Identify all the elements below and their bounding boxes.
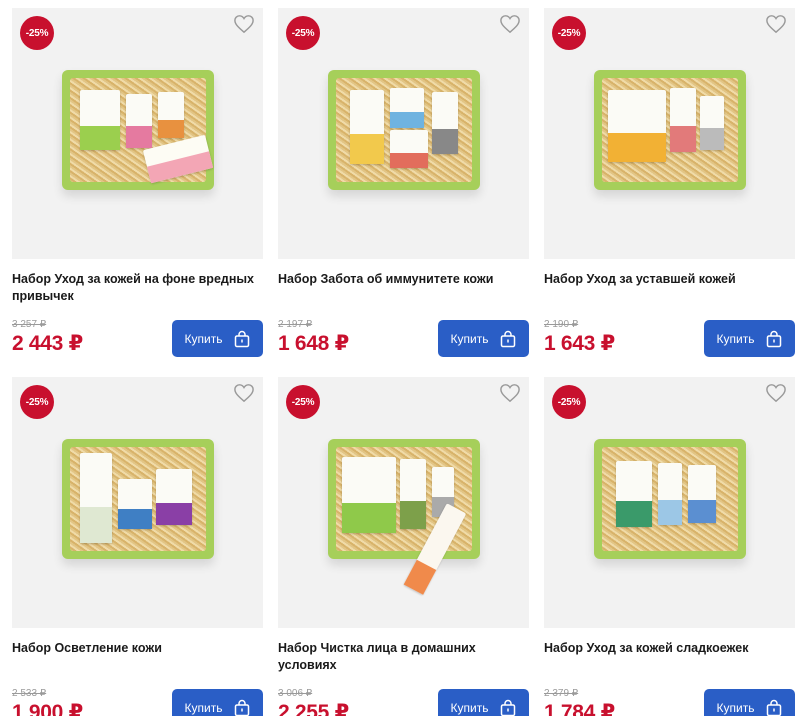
shopping-bag-icon: [501, 330, 516, 347]
shopping-bag-icon: [501, 699, 516, 716]
product-image[interactable]: -25%: [544, 8, 795, 259]
heart-outline-icon[interactable]: [765, 14, 787, 34]
product-title[interactable]: Набор Забота об иммунитете кожи: [278, 271, 528, 288]
buy-button[interactable]: Купить: [172, 320, 263, 357]
product-card[interactable]: -25% Набор Уход за кожей на фоне вредных…: [0, 0, 266, 358]
product-title[interactable]: Набор Уход за кожей сладкоежек: [544, 640, 794, 657]
gift-box-illustration: [328, 439, 480, 595]
product-card[interactable]: -25% Набор Забота об иммунитете кожи 2 1…: [266, 0, 532, 358]
shopping-bag-icon: [767, 330, 782, 347]
product-grid: -25% Набор Уход за кожей на фоне вредных…: [0, 0, 800, 716]
buy-button[interactable]: Купить: [172, 689, 263, 716]
buy-button[interactable]: Купить: [438, 689, 529, 716]
discount-badge: -25%: [552, 16, 586, 50]
product-image[interactable]: -25%: [278, 8, 529, 259]
buy-button-label: Купить: [716, 331, 755, 346]
product-title[interactable]: Набор Осветление кожи: [12, 640, 262, 657]
old-price: 2 379 ₽: [544, 688, 579, 699]
product-image[interactable]: -25%: [12, 8, 263, 259]
buy-button-label: Купить: [716, 700, 755, 715]
old-price: 2 190 ₽: [544, 319, 579, 330]
shopping-bag-icon: [767, 699, 782, 716]
old-price: 3 257 ₽: [12, 319, 47, 330]
shopping-bag-icon: [235, 699, 250, 716]
discount-badge: -25%: [20, 16, 54, 50]
current-price: 1 643 ₽: [544, 332, 615, 355]
heart-outline-icon[interactable]: [765, 383, 787, 403]
discount-badge: -25%: [552, 385, 586, 419]
buy-button-label: Купить: [450, 331, 489, 346]
old-price: 3 006 ₽: [278, 688, 313, 699]
buy-button-label: Купить: [184, 331, 223, 346]
heart-outline-icon[interactable]: [233, 383, 255, 403]
product-card[interactable]: -25% Набор Чистка лица в домашних услови…: [266, 369, 532, 716]
current-price: 1 900 ₽: [12, 701, 83, 716]
current-price: 2 255 ₽: [278, 701, 349, 716]
buy-button-label: Купить: [184, 700, 223, 715]
product-card[interactable]: -25% Набор Уход за уставшей кожей 2 190 …: [532, 0, 798, 358]
shopping-bag-icon: [235, 330, 250, 347]
heart-outline-icon[interactable]: [233, 14, 255, 34]
discount-badge: -25%: [20, 385, 54, 419]
gift-box-illustration: [328, 70, 480, 190]
buy-button[interactable]: Купить: [704, 320, 795, 357]
current-price: 1 648 ₽: [278, 332, 349, 355]
product-image[interactable]: -25%: [278, 377, 529, 628]
product-image[interactable]: -25%: [544, 377, 795, 628]
old-price: 2 533 ₽: [12, 688, 47, 699]
product-image[interactable]: -25%: [12, 377, 263, 628]
buy-button[interactable]: Купить: [438, 320, 529, 357]
gift-box-illustration: [62, 439, 214, 559]
product-card[interactable]: -25% Набор Уход за кожей сладкоежек 2 37…: [532, 369, 798, 716]
current-price: 1 784 ₽: [544, 701, 615, 716]
discount-badge: -25%: [286, 385, 320, 419]
product-title[interactable]: Набор Чистка лица в домашних условиях: [278, 640, 528, 674]
gift-box-illustration: [594, 439, 746, 559]
old-price: 2 197 ₽: [278, 319, 313, 330]
heart-outline-icon[interactable]: [499, 14, 521, 34]
current-price: 2 443 ₽: [12, 332, 83, 355]
product-card[interactable]: -25% Набор Осветление кожи 2 533 ₽ 1 900…: [0, 369, 266, 716]
buy-button-label: Купить: [450, 700, 489, 715]
gift-box-illustration: [594, 70, 746, 190]
gift-box-illustration: [62, 70, 214, 190]
product-title[interactable]: Набор Уход за кожей на фоне вредных прив…: [12, 271, 262, 305]
buy-button[interactable]: Купить: [704, 689, 795, 716]
heart-outline-icon[interactable]: [499, 383, 521, 403]
discount-badge: -25%: [286, 16, 320, 50]
product-title[interactable]: Набор Уход за уставшей кожей: [544, 271, 794, 288]
